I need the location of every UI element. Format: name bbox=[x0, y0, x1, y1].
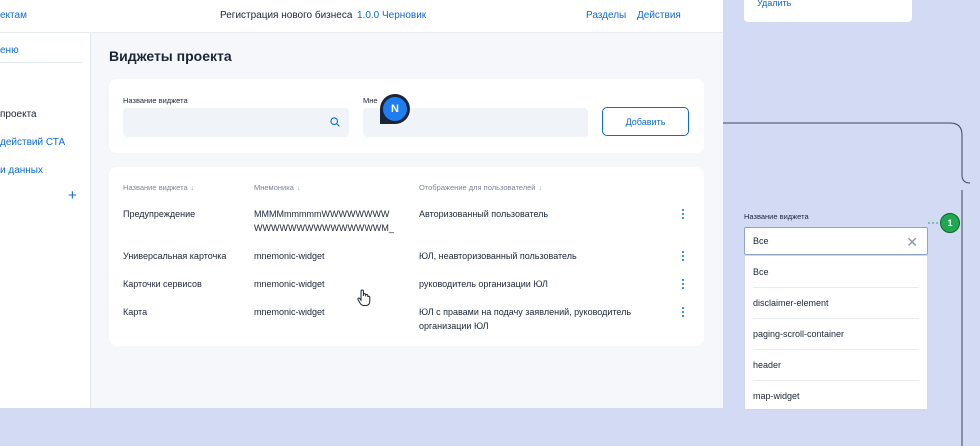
widget-name-input[interactable] bbox=[123, 108, 349, 137]
version-status[interactable]: 1.0.0 Черновик bbox=[357, 10, 426, 21]
mnemonic-label: Мне bbox=[363, 96, 378, 105]
sidebar-item-menu[interactable]: еню bbox=[0, 45, 19, 56]
row-display-cont: организации ЮЛ bbox=[419, 321, 489, 331]
row-menu-icon[interactable] bbox=[682, 307, 686, 319]
page-title: Виджеты проекта bbox=[109, 48, 232, 64]
app-frame: ектам Регистрация нового бизнеса 1.0.0 Ч… bbox=[0, 0, 723, 408]
column-header-display[interactable]: Отображение для пользователей ↓ bbox=[419, 183, 542, 192]
row-mnemonic: mnemonic-widget bbox=[254, 279, 325, 289]
search-icon[interactable] bbox=[330, 117, 340, 127]
context-menu-card: Удалить bbox=[744, 0, 912, 22]
sidebar-item-project[interactable]: проекта bbox=[0, 109, 37, 120]
row-name: Карта bbox=[123, 307, 148, 317]
row-menu-icon[interactable] bbox=[682, 279, 686, 291]
widget-dropdown[interactable]: Все ✕ bbox=[744, 227, 928, 255]
widget-name-label: Название виджета bbox=[123, 96, 188, 105]
row-display: Авторизованный пользователь bbox=[419, 209, 549, 219]
close-icon[interactable]: ✕ bbox=[906, 234, 918, 251]
row-mnemonic: MMMMmmmmmWWWWWWWW bbox=[254, 209, 390, 219]
row-display: руководитель организации ЮЛ bbox=[419, 279, 548, 289]
sidebar-divider bbox=[0, 62, 82, 63]
step-number-badge[interactable]: 1 bbox=[940, 213, 960, 233]
sidebar-add-icon[interactable]: + bbox=[68, 187, 77, 204]
sidebar: еню проекта действий СТА и данных + bbox=[0, 33, 91, 408]
row-mnemonic: mnemonic-widget bbox=[254, 251, 325, 261]
sections-link[interactable]: Разделы bbox=[586, 10, 626, 21]
dropdown-option[interactable]: header bbox=[753, 349, 919, 381]
sort-arrow-icon: ↓ bbox=[538, 183, 543, 192]
widgets-table-card: Название виджета ↓ Мнемоника ↓ Отображение… bbox=[109, 167, 704, 346]
row-menu-icon[interactable] bbox=[682, 209, 686, 221]
dropdown-options-list: Все disclaimer-element paging-scroll-con… bbox=[744, 255, 928, 410]
delete-option[interactable]: Удалить bbox=[757, 0, 791, 8]
row-name: Карточки сервисов bbox=[123, 279, 202, 289]
dropdown-label: Название виджета bbox=[744, 212, 809, 221]
sidebar-item-cta-actions[interactable]: действий СТА bbox=[0, 137, 65, 148]
sort-arrow-icon: ↓ bbox=[296, 183, 301, 192]
row-menu-icon[interactable] bbox=[682, 251, 686, 263]
actions-link[interactable]: Действия bbox=[637, 10, 681, 21]
row-mnemonic-cont: WWWWWWWWWWWWWWWM_ bbox=[254, 223, 394, 233]
row-name: Предупреждение bbox=[123, 209, 196, 219]
annotation-pin-icon[interactable]: N bbox=[380, 94, 410, 124]
row-display: ЮЛ, неавторизованный пользователь bbox=[419, 251, 577, 261]
sort-arrow-icon: ↓ bbox=[190, 183, 195, 192]
column-header-mnemonic[interactable]: Мнемоника ↓ bbox=[254, 183, 301, 192]
dropdown-option[interactable]: map-widget bbox=[753, 380, 919, 411]
dropdown-option[interactable]: disclaimer-element bbox=[753, 287, 919, 319]
row-mnemonic: mnemonic-widget bbox=[254, 307, 325, 317]
back-to-projects-link[interactable]: ектам bbox=[0, 10, 27, 21]
hand-cursor-icon bbox=[357, 289, 371, 306]
dropdown-option[interactable]: Все bbox=[753, 256, 919, 288]
project-title: Регистрация нового бизнеса bbox=[220, 10, 353, 21]
dropdown-option[interactable]: paging-scroll-container bbox=[753, 318, 919, 350]
connector-line-add bbox=[690, 122, 971, 184]
sidebar-item-data[interactable]: и данных bbox=[0, 165, 43, 176]
row-name: Универсальная карточка bbox=[123, 251, 227, 261]
top-bar: ектам Регистрация нового бизнеса 1.0.0 Ч… bbox=[0, 0, 723, 33]
row-display: ЮЛ с правами на подачу заявлений, руково… bbox=[419, 307, 632, 317]
dropdown-selected-value: Все bbox=[753, 236, 769, 246]
column-header-name[interactable]: Название виджета ↓ bbox=[123, 183, 194, 192]
add-widget-button[interactable]: Добавить bbox=[602, 107, 689, 136]
